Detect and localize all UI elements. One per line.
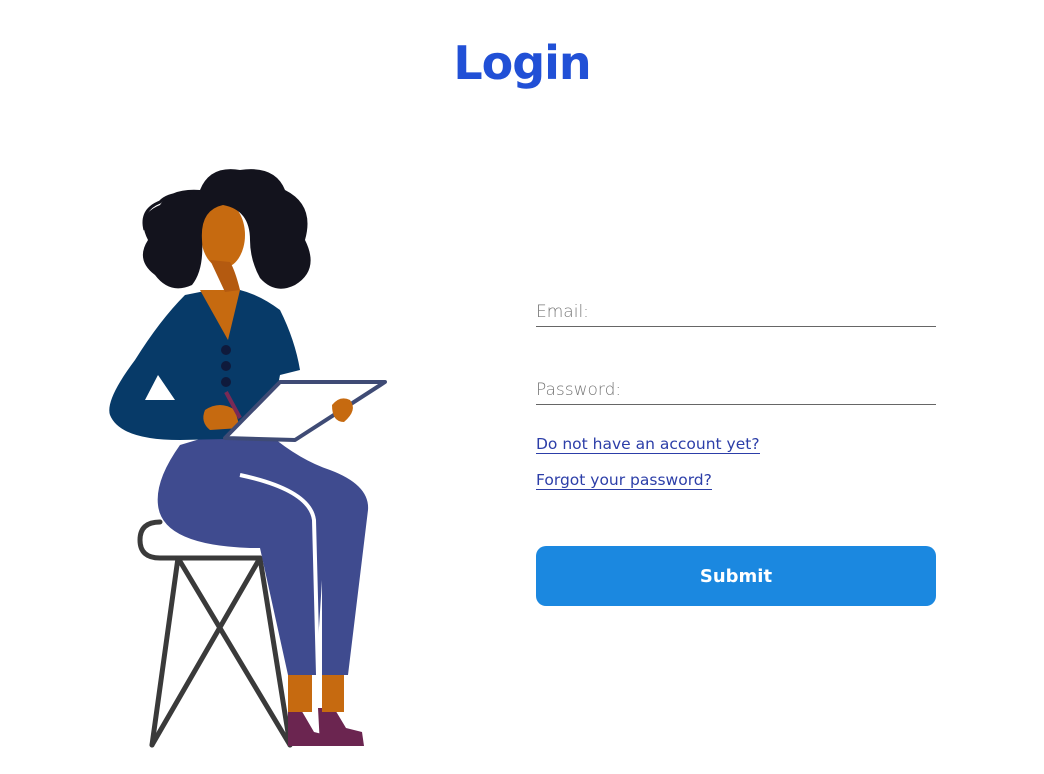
auth-links: Do not have an account yet? Forgot your … bbox=[536, 405, 936, 490]
submit-button[interactable]: Submit bbox=[536, 546, 936, 606]
login-page: Login Email: Do not have an account yet?… bbox=[0, 0, 1044, 774]
password-field[interactable] bbox=[536, 368, 936, 405]
woman-writing-on-tablet-illustration bbox=[109, 169, 387, 748]
forgot-password-link[interactable]: Forgot your password? bbox=[536, 471, 712, 490]
login-form: Do not have an account yet? Forgot your … bbox=[536, 290, 936, 606]
email-field[interactable] bbox=[536, 290, 936, 327]
page-title: Login bbox=[453, 36, 591, 90]
signup-link[interactable]: Do not have an account yet? bbox=[536, 435, 760, 454]
